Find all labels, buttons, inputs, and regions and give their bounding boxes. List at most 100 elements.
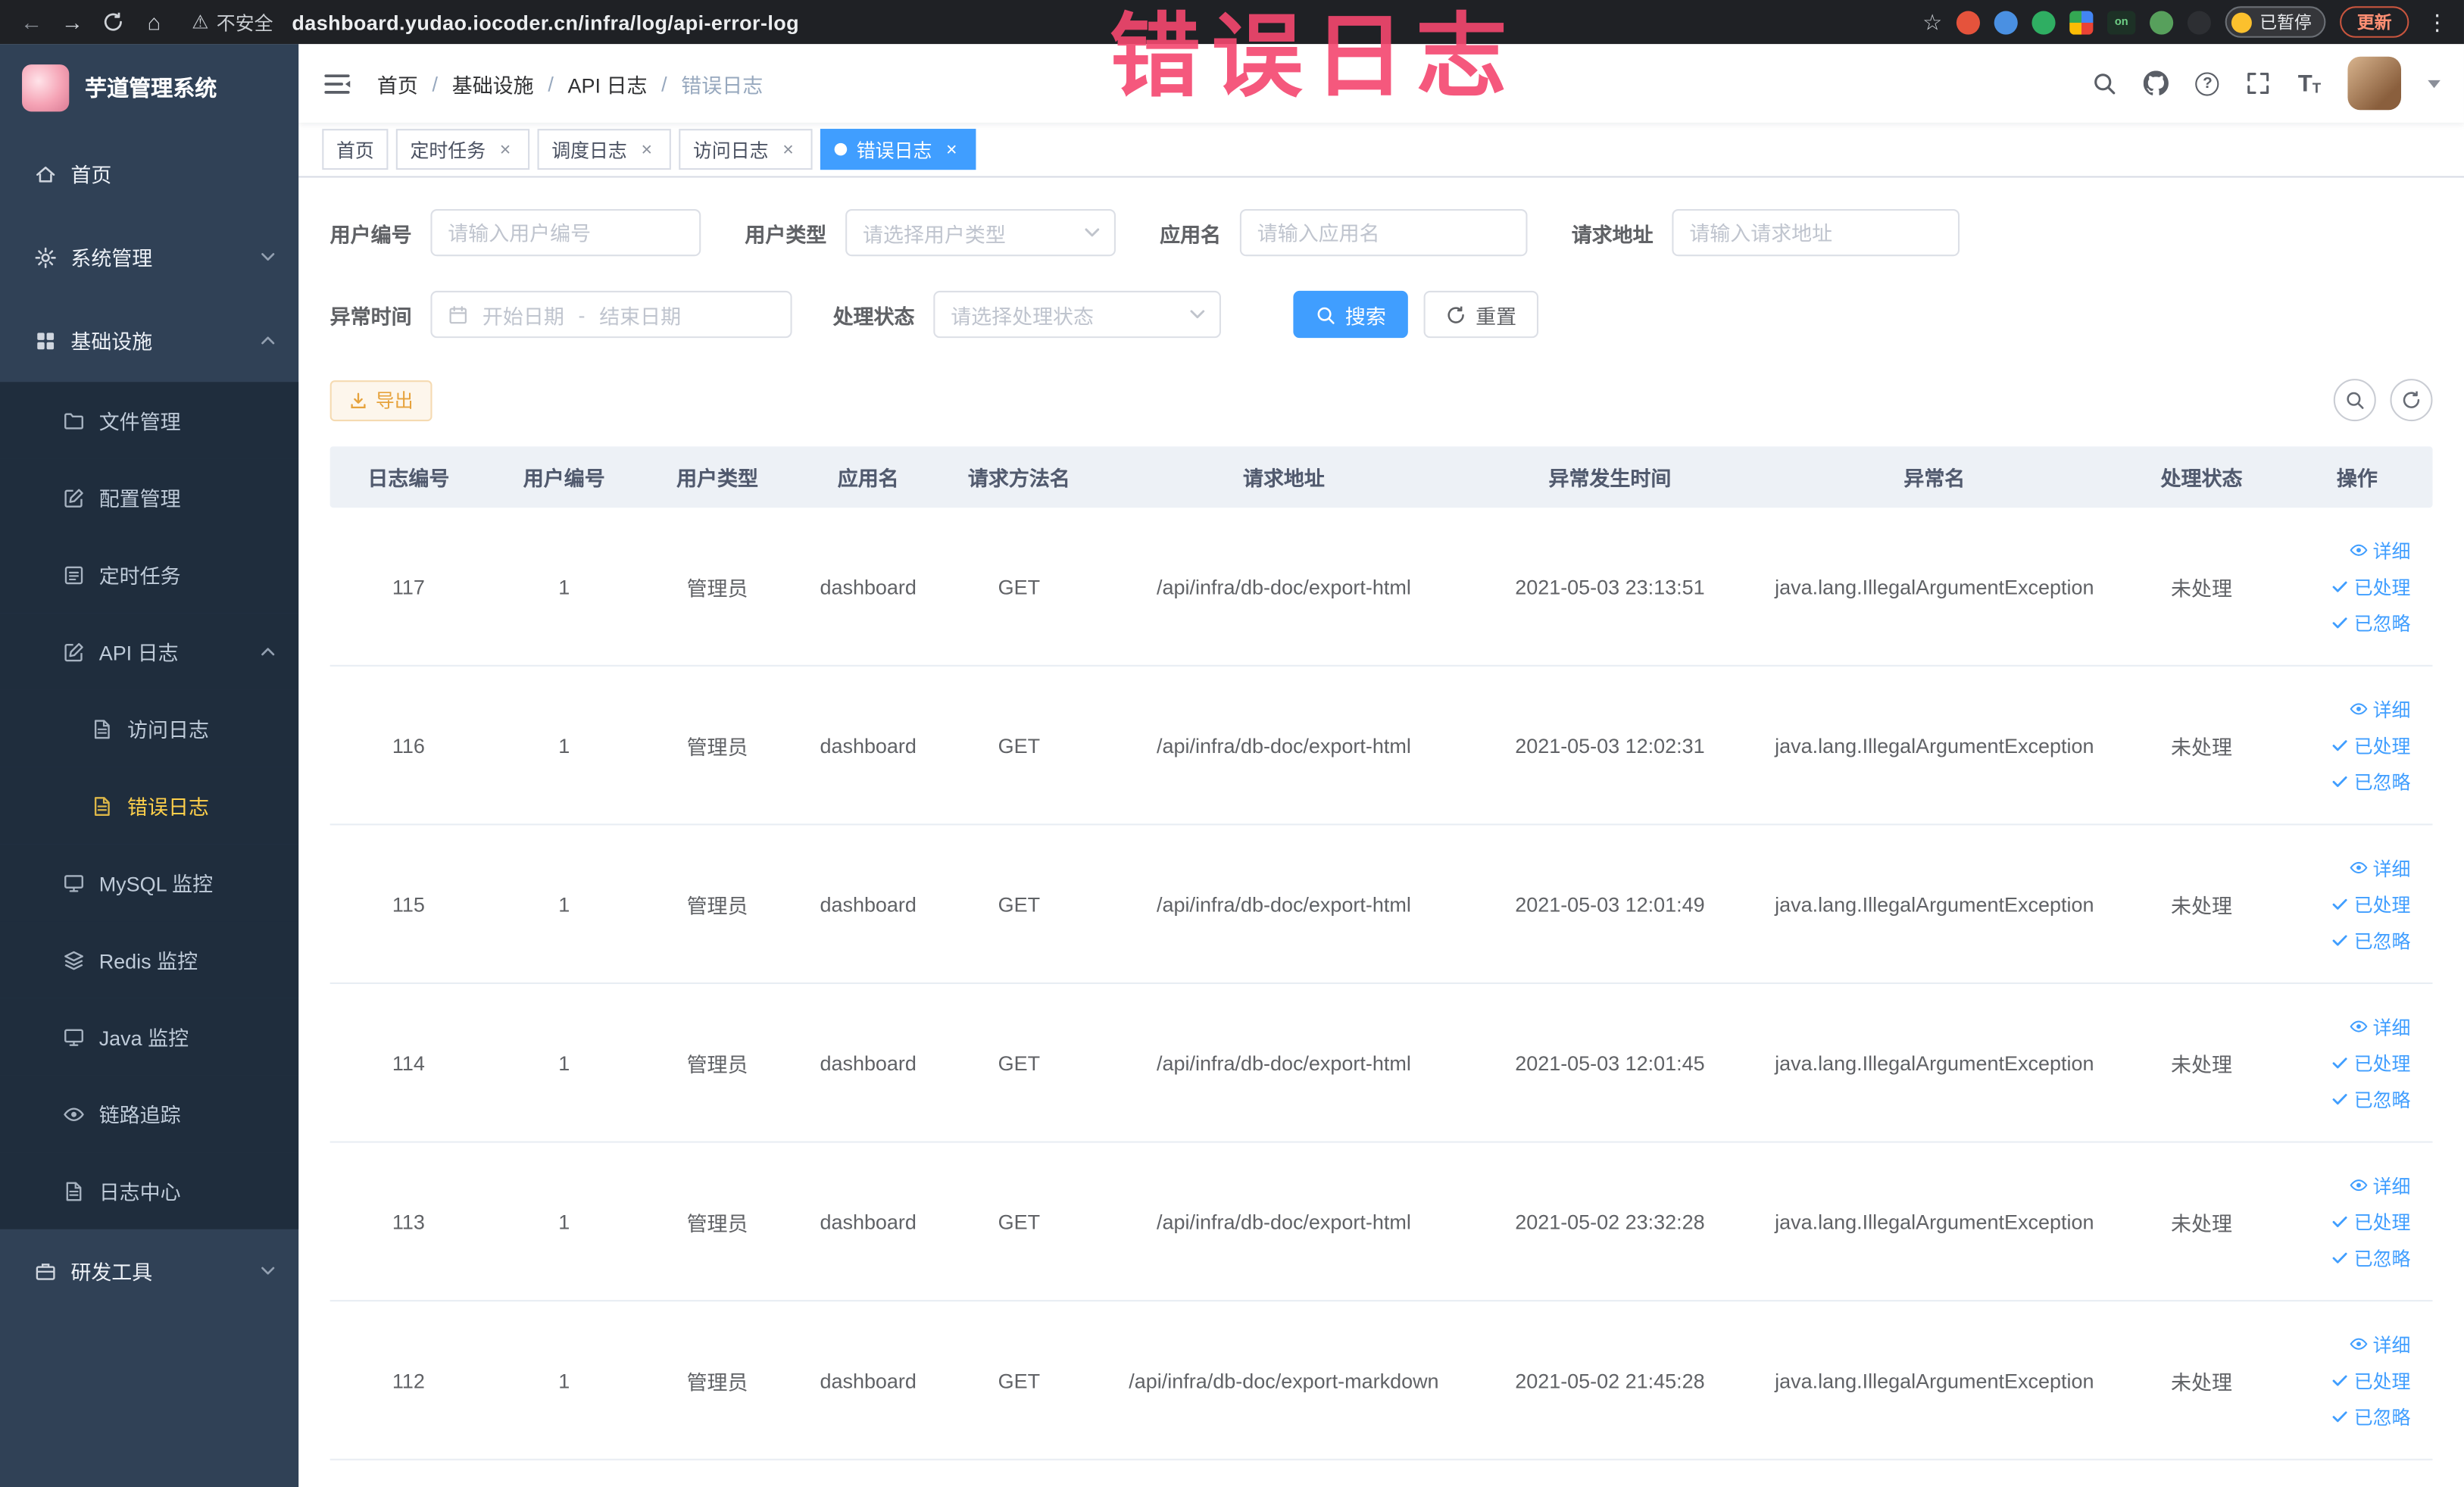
browser-home-icon[interactable]: ⌂ (135, 3, 173, 41)
user-avatar[interactable] (2347, 56, 2401, 111)
tab-access-logs[interactable]: 访问日志 × (679, 129, 813, 170)
sidebar-item-error-logs[interactable]: 错误日志 (0, 767, 299, 845)
avatar-caret-down-icon[interactable] (2428, 79, 2441, 88)
search-icon[interactable] (2092, 70, 2117, 95)
reset-button[interactable]: 重置 (1423, 290, 1539, 339)
date-range-picker[interactable]: 开始日期 - 结束日期 (430, 290, 792, 339)
sidebar-logo[interactable]: 芋道管理系统 (0, 44, 298, 132)
sidebar-item-label: 配置管理 (98, 487, 181, 511)
tab-scheduled-tasks[interactable]: 定时任务 × (395, 129, 530, 170)
gear-icon (35, 246, 57, 268)
sidebar-item-scheduled-tasks[interactable]: 定时任务 (0, 536, 299, 614)
action-ignored[interactable]: 已忽略 (2331, 926, 2410, 953)
extension-icon-green[interactable] (2031, 10, 2056, 34)
action-detail[interactable]: 详细 (2349, 1172, 2410, 1198)
app-name-input[interactable] (1239, 208, 1528, 257)
search-button[interactable]: 搜索 (1293, 290, 1408, 339)
browser-profile-chip[interactable]: 已暂停 (2225, 6, 2326, 38)
grid-icon (35, 330, 57, 351)
sidebar-item-infrastructure[interactable]: 基础设施 (0, 298, 298, 382)
breadcrumb-api-logs[interactable]: API 日志 (568, 68, 648, 98)
github-icon[interactable] (2144, 70, 2169, 95)
font-size-icon[interactable]: TT (2298, 71, 2321, 95)
extension-icon-on-badge[interactable]: on (2107, 10, 2136, 34)
action-processed[interactable]: 已处理 (2331, 1367, 2410, 1393)
tab-close-icon[interactable]: × (942, 139, 962, 161)
extension-icon-sprout[interactable] (2150, 10, 2174, 34)
sidebar-item-redis-monitor[interactable]: Redis 监控 (0, 921, 299, 998)
fullscreen-icon[interactable] (2246, 70, 2271, 95)
col-actions: 操作 (2336, 467, 2378, 491)
eye-icon (63, 1103, 85, 1125)
sidebar-item-access-logs[interactable]: 访问日志 (0, 689, 299, 767)
process-status-select[interactable]: 请选择处理状态 (933, 290, 1222, 339)
action-detail[interactable]: 详细 (2349, 695, 2410, 722)
browser-back-icon[interactable]: ← (13, 3, 51, 41)
sidebar-item-log-center[interactable]: 日志中心 (0, 1152, 299, 1229)
breadcrumb-home[interactable]: 首页 (377, 68, 418, 98)
action-processed[interactable]: 已处理 (2331, 573, 2410, 599)
hamburger-icon[interactable] (322, 68, 351, 98)
monitor-icon (63, 872, 85, 894)
export-button[interactable]: 导出 (329, 380, 433, 421)
action-ignored[interactable]: 已忽略 (2331, 768, 2410, 795)
action-processed[interactable]: 已处理 (2331, 891, 2410, 917)
breadcrumb-infrastructure[interactable]: 基础设施 (452, 68, 534, 98)
action-detail[interactable]: 详细 (2349, 1013, 2410, 1039)
sidebar-item-mysql-monitor[interactable]: MySQL 监控 (0, 844, 299, 922)
action-ignored[interactable]: 已忽略 (2331, 1403, 2410, 1429)
extension-icon-red[interactable] (1956, 10, 1980, 34)
chevron-down-icon (259, 1262, 276, 1279)
tab-close-icon[interactable]: × (778, 139, 798, 161)
action-processed[interactable]: 已处理 (2331, 1208, 2410, 1235)
bookmark-star-icon[interactable]: ☆ (1922, 8, 1942, 35)
toggle-search-button[interactable] (2333, 379, 2376, 422)
sidebar-item-dev-tools[interactable]: 研发工具 (0, 1229, 298, 1313)
sidebar-item-config-management[interactable]: 配置管理 (0, 458, 299, 536)
sidebar-item-home[interactable]: 首页 (0, 132, 298, 215)
action-ignored[interactable]: 已忽略 (2331, 609, 2410, 636)
cell-exception-name: java.lang.IllegalArgumentException (1775, 574, 2094, 598)
tab-error-logs[interactable]: 错误日志 × (820, 129, 976, 170)
action-detail[interactable]: 详细 (2349, 854, 2410, 881)
cell-log-id: 115 (392, 892, 425, 916)
browser-menu-icon[interactable]: ⋮ (2423, 8, 2451, 35)
browser-reload-icon[interactable] (94, 3, 132, 41)
user-type-select[interactable]: 请选择用户类型 (845, 208, 1116, 257)
action-ignored[interactable]: 已忽略 (2331, 1086, 2410, 1112)
extension-icon-blue-drop[interactable] (1994, 10, 2018, 34)
user-id-input[interactable] (430, 208, 701, 257)
action-detail[interactable]: 详细 (2349, 537, 2410, 564)
cell-exception-name: java.lang.IllegalArgumentException (1775, 1209, 2094, 1233)
document-icon (91, 795, 113, 817)
extension-icon-grid[interactable] (2069, 10, 2094, 34)
tab-label: 调度日志 (551, 139, 627, 161)
breadcrumb-separator: / (548, 71, 554, 95)
extension-icon-paw[interactable] (2187, 10, 2211, 34)
browser-forward-icon[interactable]: → (54, 3, 92, 41)
tab-schedule-logs[interactable]: 调度日志 × (537, 129, 671, 170)
tab-home[interactable]: 首页 (322, 129, 389, 170)
cell-log-id: 114 (392, 1051, 425, 1075)
action-processed[interactable]: 已处理 (2331, 1049, 2410, 1076)
tab-close-icon[interactable]: × (495, 139, 516, 161)
sidebar-item-file-management[interactable]: 文件管理 (0, 382, 299, 459)
action-detail[interactable]: 详细 (2349, 1331, 2410, 1357)
action-processed[interactable]: 已处理 (2331, 732, 2410, 758)
sidebar-item-system-management[interactable]: 系统管理 (0, 215, 298, 298)
browser-update-button[interactable]: 更新 (2340, 6, 2409, 38)
user-id-label: 用户编号 (329, 222, 412, 246)
action-ignored[interactable]: 已忽略 (2331, 1244, 2410, 1270)
browser-address-bar[interactable]: ⚠ 不安全 dashboard.yudao.iocoder.cn/infra/l… (192, 8, 799, 35)
sidebar-item-api-logs[interactable]: API 日志 (0, 613, 299, 690)
sidebar-item-label: 系统管理 (70, 246, 153, 270)
tab-close-icon[interactable]: × (636, 139, 657, 161)
cell-actions: 详细 已处理 已忽略 (2281, 695, 2432, 795)
help-icon[interactable]: ? (2195, 71, 2220, 95)
sidebar-item-link-tracing[interactable]: 链路追踪 (0, 1075, 299, 1153)
refresh-table-button[interactable] (2390, 379, 2433, 422)
cell-exception-time: 2021-05-03 12:01:49 (1515, 892, 1705, 916)
sidebar-item-java-monitor[interactable]: Java 监控 (0, 998, 299, 1076)
refresh-icon (1446, 305, 1466, 325)
request-url-input[interactable] (1672, 208, 1960, 257)
